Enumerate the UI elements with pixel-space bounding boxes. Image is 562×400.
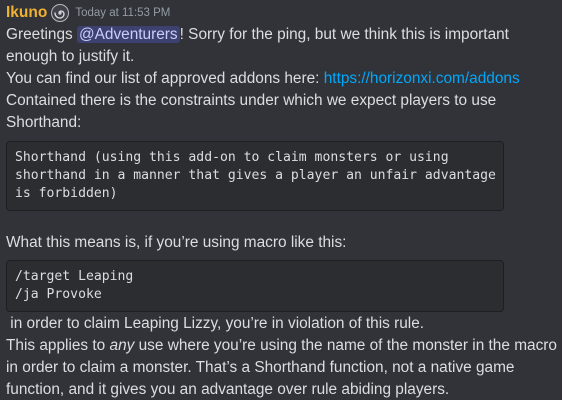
applies-line-2: in order to claim a monster. That’s a Sh… [6,359,515,376]
paragraph-applies: This applies to any use where you’re usi… [6,335,557,400]
applies-line-1: This applies to any use where you’re usi… [6,335,557,357]
code-line-2: shorthand in a manner that gives a playe… [15,168,496,183]
greeting-suffix: ! Sorry for the ping, but we think this … [179,26,509,43]
addons-line: You can find our list of approved addons… [6,68,520,90]
spiral-role-icon[interactable] [51,4,70,22]
macro-intro-line: What this means is, if you’re using macr… [6,234,347,251]
applies-line-3: function, and it gives you an advantage … [6,381,450,398]
greeting-line-2: enough to justify it. [6,48,135,65]
paragraph-constraints: Contained there is the constraints under… [6,90,496,134]
chat-message: Ikuno Today at 11:53 PM Greetings @Adven… [6,0,558,398]
addons-link[interactable]: https://horizonxi.com/addons [324,70,520,87]
author-name[interactable]: Ikuno [6,0,47,26]
greeting-line-1: Greetings @Adventurers! Sorry for the pi… [6,24,509,46]
constraints-line-1: Contained there is the constraints under… [6,92,497,109]
adventurers-mention[interactable]: @Adventurers [77,26,180,43]
macro-line-2: /ja Provoke [15,287,102,302]
paragraph-greeting: Greetings @Adventurers! Sorry for the pi… [6,24,509,68]
addons-text: You can find our list of approved addons… [6,70,324,87]
rule-code-block[interactable]: Shorthand (using this add-on to claim mo… [6,141,504,211]
applies-emphasis: any [109,337,135,354]
applies-prefix: This applies to [6,337,110,354]
paragraph-macro-intro: What this means is, if you’re using macr… [6,232,346,254]
greeting-prefix: Greetings [6,26,78,43]
spiral-icon [54,10,65,19]
macro-line-1: /target Leaping [15,269,134,284]
code-line-1: Shorthand (using this add-on to claim mo… [15,150,449,165]
violation-line: in order to claim Leaping Lizzy, you’re … [6,315,425,332]
constraints-line-2: Shorthand: [6,114,82,131]
paragraph-violation: in order to claim Leaping Lizzy, you’re … [6,313,424,335]
message-timestamp[interactable]: Today at 11:53 PM [75,0,170,26]
macro-code-block[interactable]: /target Leaping/ja Provoke [6,260,504,312]
message-header: Ikuno Today at 11:53 PM [6,0,558,26]
code-line-3: is forbidden) [15,186,118,201]
paragraph-addons: You can find our list of approved addons… [6,68,520,90]
applies-suffix: use where you’re using the name of the m… [134,337,557,354]
